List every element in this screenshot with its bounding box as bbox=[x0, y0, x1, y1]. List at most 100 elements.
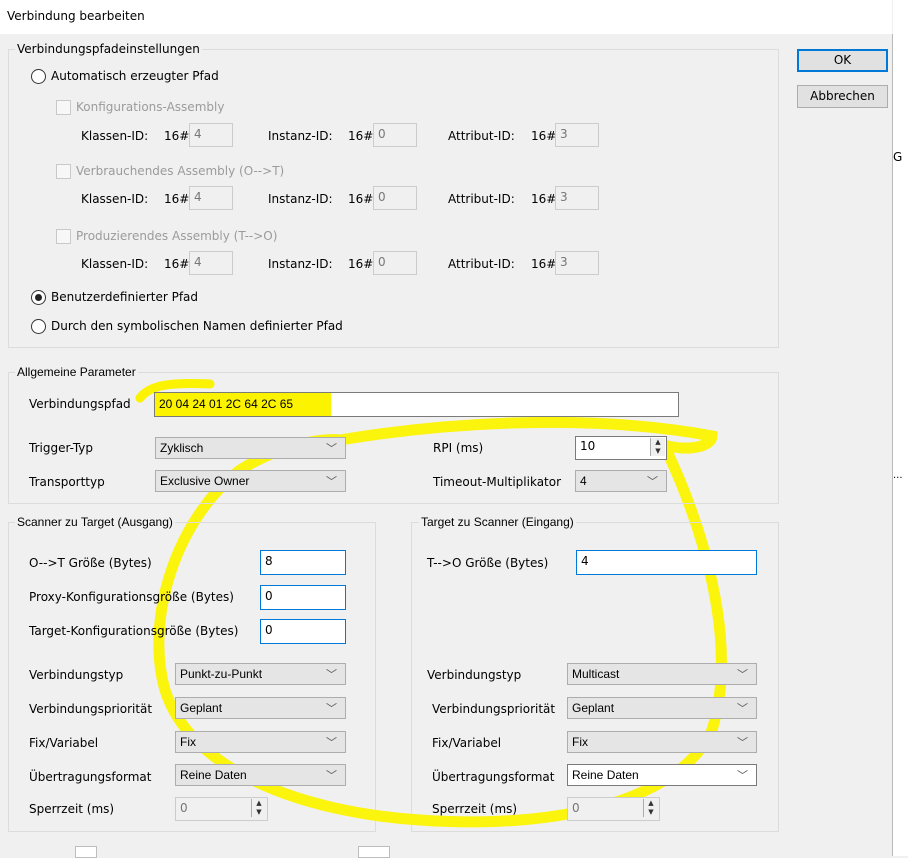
ts-format-label: Übertragungsformat bbox=[432, 770, 555, 784]
cancel-button[interactable]: Abbrechen bbox=[797, 85, 888, 108]
class-id-label: Klassen-ID: bbox=[81, 257, 149, 271]
attribute-id-prefix: 16# bbox=[531, 129, 557, 143]
st-fixvar-value: Fix bbox=[180, 735, 196, 749]
chevron-down-icon: ﹀ bbox=[647, 476, 658, 488]
ts-fixvar-value: Fix bbox=[572, 735, 588, 749]
scanner-to-target-label: Scanner zu Target (Ausgang) bbox=[15, 515, 175, 529]
chevron-down-icon: ﹀ bbox=[737, 703, 748, 715]
symbolic-path-label: Durch den symbolischen Namen definierter… bbox=[51, 319, 343, 333]
ts-priority-label: Verbindungspriorität bbox=[432, 702, 556, 716]
timeout-multiplier-value: 4 bbox=[580, 474, 587, 488]
ts-fixvar-label: Fix/Variabel bbox=[432, 736, 502, 750]
config-assembly-checkbox[interactable] bbox=[56, 100, 71, 115]
user-path-label: Benutzerdefinierter Pfad bbox=[51, 290, 199, 304]
to-size-field[interactable]: 4 bbox=[576, 550, 757, 575]
chevron-down-icon: ﹀ bbox=[326, 703, 337, 715]
connection-path-value: 20 04 24 01 2C 64 2C 65 bbox=[159, 397, 294, 411]
attribute-id-field[interactable]: 3 bbox=[555, 186, 599, 210]
class-id-field[interactable]: 4 bbox=[189, 186, 233, 210]
attribute-id-prefix: 16# bbox=[531, 257, 557, 271]
proxy-config-size-label: Proxy-Konfigurationsgröße (Bytes) bbox=[29, 590, 234, 604]
ok-button[interactable]: OK bbox=[797, 49, 888, 72]
instance-id-label: Instanz-ID: bbox=[268, 257, 333, 271]
spinner-arrows-icon[interactable]: ▲ ▼ bbox=[650, 438, 665, 456]
st-connection-type-label: Verbindungstyp bbox=[29, 668, 124, 682]
ts-format-value: Reine Daten bbox=[572, 768, 639, 782]
chevron-down-icon: ﹀ bbox=[326, 443, 337, 455]
ot-size-field[interactable]: 8 bbox=[260, 550, 346, 575]
chevron-down-icon: ﹀ bbox=[326, 737, 337, 749]
timeout-multiplier-select[interactable]: 4 ﹀ bbox=[575, 470, 667, 492]
instance-id-field[interactable]: 0 bbox=[373, 186, 417, 210]
st-inhibit-label: Sperrzeit (ms) bbox=[29, 802, 115, 816]
attribute-id-field[interactable]: 3 bbox=[555, 251, 599, 275]
instance-id-field[interactable]: 0 bbox=[373, 251, 417, 275]
spinner-arrows-icon[interactable]: ▲ ▼ bbox=[643, 799, 658, 817]
chevron-down-icon: ﹀ bbox=[326, 669, 337, 681]
attribute-id-field[interactable]: 3 bbox=[555, 123, 599, 147]
consuming-assembly-checkbox[interactable] bbox=[56, 164, 71, 179]
st-inhibit-value: 0 bbox=[180, 801, 188, 815]
ts-inhibit-value: 0 bbox=[572, 801, 580, 815]
ts-connection-type-select[interactable]: Multicast ﹀ bbox=[567, 663, 757, 685]
trigger-type-select[interactable]: Zyklisch ﹀ bbox=[155, 437, 346, 459]
st-format-label: Übertragungsformat bbox=[29, 770, 152, 784]
st-connection-type-value: Punkt-zu-Punkt bbox=[180, 667, 263, 681]
timeout-multiplier-label: Timeout-Multiplikator bbox=[433, 475, 562, 489]
connection-path-label: Verbindungspfad bbox=[29, 397, 131, 411]
rpi-spinner[interactable]: 10 ▲ ▼ bbox=[575, 436, 667, 460]
auto-path-label: Automatisch erzeugter Pfad bbox=[51, 69, 219, 83]
attribute-id-label: Attribut-ID: bbox=[448, 257, 515, 271]
background-window-edge bbox=[358, 846, 390, 858]
class-id-prefix: 16# bbox=[164, 257, 190, 271]
general-parameters-label: Allgemeine Parameter bbox=[15, 365, 138, 379]
class-id-field[interactable]: 4 bbox=[189, 251, 233, 275]
chevron-down-icon: ﹀ bbox=[326, 476, 337, 488]
user-path-radio[interactable] bbox=[31, 290, 46, 305]
ts-format-select[interactable]: Reine Daten ﹀ bbox=[567, 764, 757, 786]
ts-connection-type-value: Multicast bbox=[572, 667, 620, 681]
ts-inhibit-label: Sperrzeit (ms) bbox=[432, 802, 518, 816]
st-priority-label: Verbindungspriorität bbox=[29, 702, 153, 716]
auto-path-radio[interactable] bbox=[31, 69, 46, 84]
trigger-type-label: Trigger-Typ bbox=[29, 441, 94, 455]
ts-priority-select[interactable]: Geplant ﹀ bbox=[567, 697, 757, 719]
chevron-down-icon: ﹀ bbox=[737, 770, 748, 782]
proxy-config-size-field[interactable]: 0 bbox=[260, 585, 346, 610]
consuming-assembly-label: Verbrauchendes Assembly (O-->T) bbox=[76, 164, 285, 178]
st-priority-select[interactable]: Geplant ﹀ bbox=[175, 697, 346, 719]
st-format-value: Reine Daten bbox=[180, 768, 247, 782]
st-inhibit-spinner[interactable]: 0 ▲ ▼ bbox=[175, 797, 268, 821]
rpi-value: 10 bbox=[580, 439, 596, 453]
attribute-id-prefix: 16# bbox=[531, 192, 557, 206]
transport-type-select[interactable]: Exclusive Owner ﹀ bbox=[155, 470, 346, 492]
instance-id-prefix: 16# bbox=[348, 129, 374, 143]
ts-connection-type-label: Verbindungstyp bbox=[427, 668, 522, 682]
producing-assembly-checkbox[interactable] bbox=[56, 229, 71, 244]
st-fixvar-select[interactable]: Fix ﹀ bbox=[175, 731, 346, 753]
st-connection-type-select[interactable]: Punkt-zu-Punkt ﹀ bbox=[175, 663, 346, 685]
class-id-field[interactable]: 4 bbox=[189, 123, 233, 147]
class-id-prefix: 16# bbox=[164, 129, 190, 143]
st-priority-value: Geplant bbox=[180, 701, 223, 715]
chevron-down-icon: ﹀ bbox=[737, 737, 748, 749]
target-to-scanner-label: Target zu Scanner (Eingang) bbox=[419, 515, 576, 529]
st-format-select[interactable]: Reine Daten ﹀ bbox=[175, 764, 346, 786]
ts-inhibit-spinner[interactable]: 0 ▲ ▼ bbox=[567, 797, 660, 821]
connection-path-field[interactable]: 20 04 24 01 2C 64 2C 65 bbox=[154, 392, 679, 417]
producing-assembly-label: Produzierendes Assembly (T-->O) bbox=[76, 229, 278, 243]
background-window-edge bbox=[75, 846, 97, 858]
target-config-size-label: Target-Konfigurationsgröße (Bytes) bbox=[29, 624, 239, 638]
symbolic-path-radio[interactable] bbox=[31, 319, 46, 334]
class-id-prefix: 16# bbox=[164, 192, 190, 206]
instance-id-label: Instanz-ID: bbox=[268, 192, 333, 206]
chevron-down-icon: ﹀ bbox=[326, 770, 337, 782]
path-settings-label: Verbindungspfadeinstellungen bbox=[15, 42, 202, 56]
chevron-down-icon: ﹀ bbox=[737, 669, 748, 681]
attribute-id-label: Attribut-ID: bbox=[448, 129, 515, 143]
spinner-arrows-icon[interactable]: ▲ ▼ bbox=[251, 799, 266, 817]
instance-id-field[interactable]: 0 bbox=[373, 123, 417, 147]
class-id-label: Klassen-ID: bbox=[81, 192, 149, 206]
target-config-size-field[interactable]: 0 bbox=[260, 619, 346, 644]
ts-fixvar-select[interactable]: Fix ﹀ bbox=[567, 731, 757, 753]
